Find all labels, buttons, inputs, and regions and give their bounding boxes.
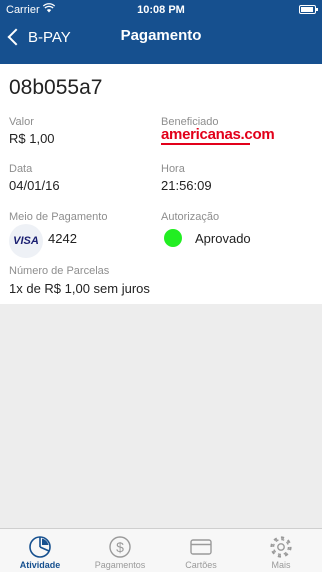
tab-label: Atividade <box>19 560 61 570</box>
visa-card-icon: VISA <box>9 224 43 258</box>
tab-atividade[interactable]: Atividade <box>0 529 80 572</box>
tab-bar: Atividade $ Pagamentos Cartões Mais <box>0 528 322 572</box>
battery-icon <box>299 5 318 14</box>
parcelas-value: 1x de R$ 1,00 sem juros <box>9 281 150 296</box>
gear-icon <box>270 536 292 558</box>
dollar-circle-icon: $ <box>109 536 131 558</box>
hora-label: Hora <box>161 163 185 175</box>
tab-pagamentos[interactable]: $ Pagamentos <box>80 529 160 572</box>
data-value: 04/01/16 <box>9 178 60 193</box>
status-bar: Carrier 10:08 PM <box>0 0 322 20</box>
meio-pagamento-label: Meio de Pagamento <box>9 211 108 223</box>
autorizacao-value: Aprovado <box>195 231 251 246</box>
valor-label: Valor <box>9 116 34 128</box>
parcelas-label: Número de Parcelas <box>9 265 110 277</box>
tab-cartoes[interactable]: Cartões <box>161 529 241 572</box>
navigation-bar: Carrier 10:08 PM B-PAY Pagamento <box>0 0 322 64</box>
tab-label: Mais <box>271 560 291 570</box>
svg-text:$: $ <box>116 539 124 555</box>
card-last4: 4242 <box>48 231 77 246</box>
approved-status-icon <box>164 229 182 247</box>
transaction-id: 08b055a7 <box>9 76 103 99</box>
status-time: 10:08 PM <box>137 4 185 16</box>
page-title: Pagamento <box>120 27 202 44</box>
hora-value: 21:56:09 <box>161 178 212 193</box>
tab-label: Cartões <box>185 560 217 570</box>
tab-mais[interactable]: Mais <box>241 529 321 572</box>
valor-value: R$ 1,00 <box>9 131 55 146</box>
tab-label: Pagamentos <box>94 560 146 570</box>
payment-details-card: 08b055a7 Valor R$ 1,00 Beneficiado ameri… <box>0 64 322 304</box>
pie-chart-icon <box>29 536 51 558</box>
merchant-logo: americanas.com <box>161 126 275 145</box>
visa-logo-text: VISA <box>13 235 39 247</box>
data-label: Data <box>9 163 33 175</box>
credit-card-icon <box>190 539 212 555</box>
autorizacao-label: Autorização <box>161 211 220 223</box>
